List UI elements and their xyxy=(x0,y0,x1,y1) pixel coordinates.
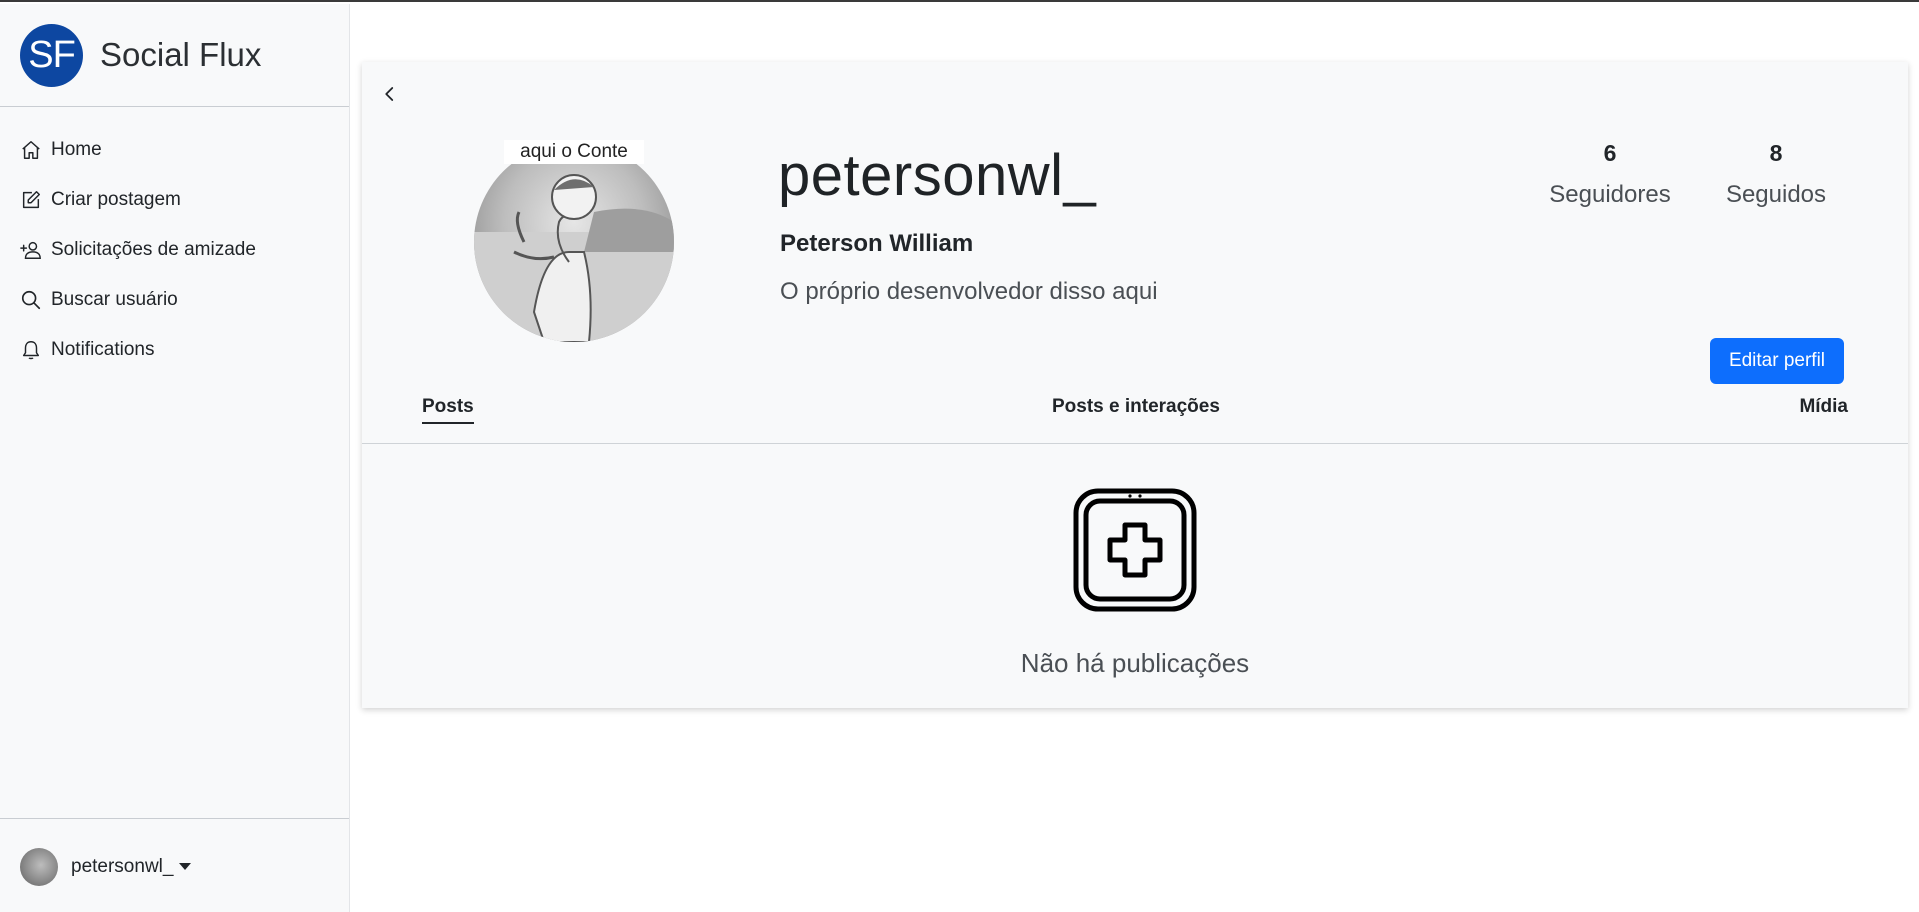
sidebar-nav: Home Criar postagem Solicitações de amiz… xyxy=(0,107,349,375)
profile-username: petersonwl_ xyxy=(778,143,1097,208)
sidebar-item-search-user[interactable]: Buscar usuário xyxy=(0,275,349,325)
sidebar-item-create-post[interactable]: Criar postagem xyxy=(0,175,349,225)
profile-card: aqui o Conte petersonwl_ Peterson Willia… xyxy=(362,62,1908,708)
sidebar-item-label: Criar postagem xyxy=(51,189,181,210)
sidebar: SF Social Flux Home Criar postagem Solic… xyxy=(0,4,350,912)
empty-state: Não há publicações xyxy=(362,487,1908,679)
add-post-icon xyxy=(1073,488,1197,612)
avatar-illustration xyxy=(474,174,674,342)
tab-posts-interactions[interactable]: Posts e interações xyxy=(1052,396,1220,422)
brand[interactable]: SF Social Flux xyxy=(0,4,349,107)
person-plus-icon xyxy=(20,239,42,261)
empty-state-text: Não há publicações xyxy=(1020,648,1250,678)
footer-username[interactable]: petersonwl_ xyxy=(71,855,192,878)
followers-stat[interactable]: 6 Seguidores xyxy=(1540,140,1680,209)
sidebar-item-label: Solicitações de amizade xyxy=(51,239,256,260)
profile-avatar xyxy=(474,142,674,342)
search-icon xyxy=(20,289,42,311)
profile-avatar-wrapper: aqui o Conte xyxy=(474,140,674,342)
profile-tabs: Posts Posts e interações Mídia xyxy=(362,396,1908,444)
sidebar-item-label: Buscar usuário xyxy=(51,289,178,310)
home-icon xyxy=(20,139,42,161)
avatar-caption: aqui o Conte xyxy=(504,140,644,164)
following-stat[interactable]: 8 Seguidos xyxy=(1716,140,1836,209)
avatar[interactable] xyxy=(20,847,58,886)
chevron-left-icon xyxy=(385,87,394,101)
sidebar-item-home[interactable]: Home xyxy=(0,125,349,175)
tab-media[interactable]: Mídia xyxy=(1799,396,1848,422)
sidebar-item-label: Notifications xyxy=(51,339,155,360)
back-button[interactable] xyxy=(376,80,404,108)
sidebar-item-friend-requests[interactable]: Solicitações de amizade xyxy=(0,225,349,275)
followers-count: 6 xyxy=(1603,140,1617,166)
following-label: Seguidos xyxy=(1725,181,1827,208)
user-menu[interactable]: petersonwl_ xyxy=(0,818,349,912)
brand-name[interactable]: Social Flux xyxy=(100,36,261,74)
footer-username-text: petersonwl_ xyxy=(71,855,174,877)
bell-icon xyxy=(20,339,42,361)
brand-logo[interactable]: SF xyxy=(20,23,83,87)
edit-square-icon xyxy=(20,189,42,211)
tab-posts[interactable]: Posts xyxy=(422,396,474,424)
sidebar-item-label: Home xyxy=(51,139,102,160)
profile-bio: O próprio desenvolvedor disso aqui xyxy=(780,278,1158,305)
profile-full-name: Peterson William xyxy=(780,230,974,257)
followers-label: Seguidores xyxy=(1549,181,1671,208)
edit-profile-button[interactable]: Editar perfil xyxy=(1710,338,1844,384)
caret-down-icon xyxy=(179,862,192,870)
sidebar-item-notifications[interactable]: Notifications xyxy=(0,325,349,375)
following-count: 8 xyxy=(1769,140,1783,166)
